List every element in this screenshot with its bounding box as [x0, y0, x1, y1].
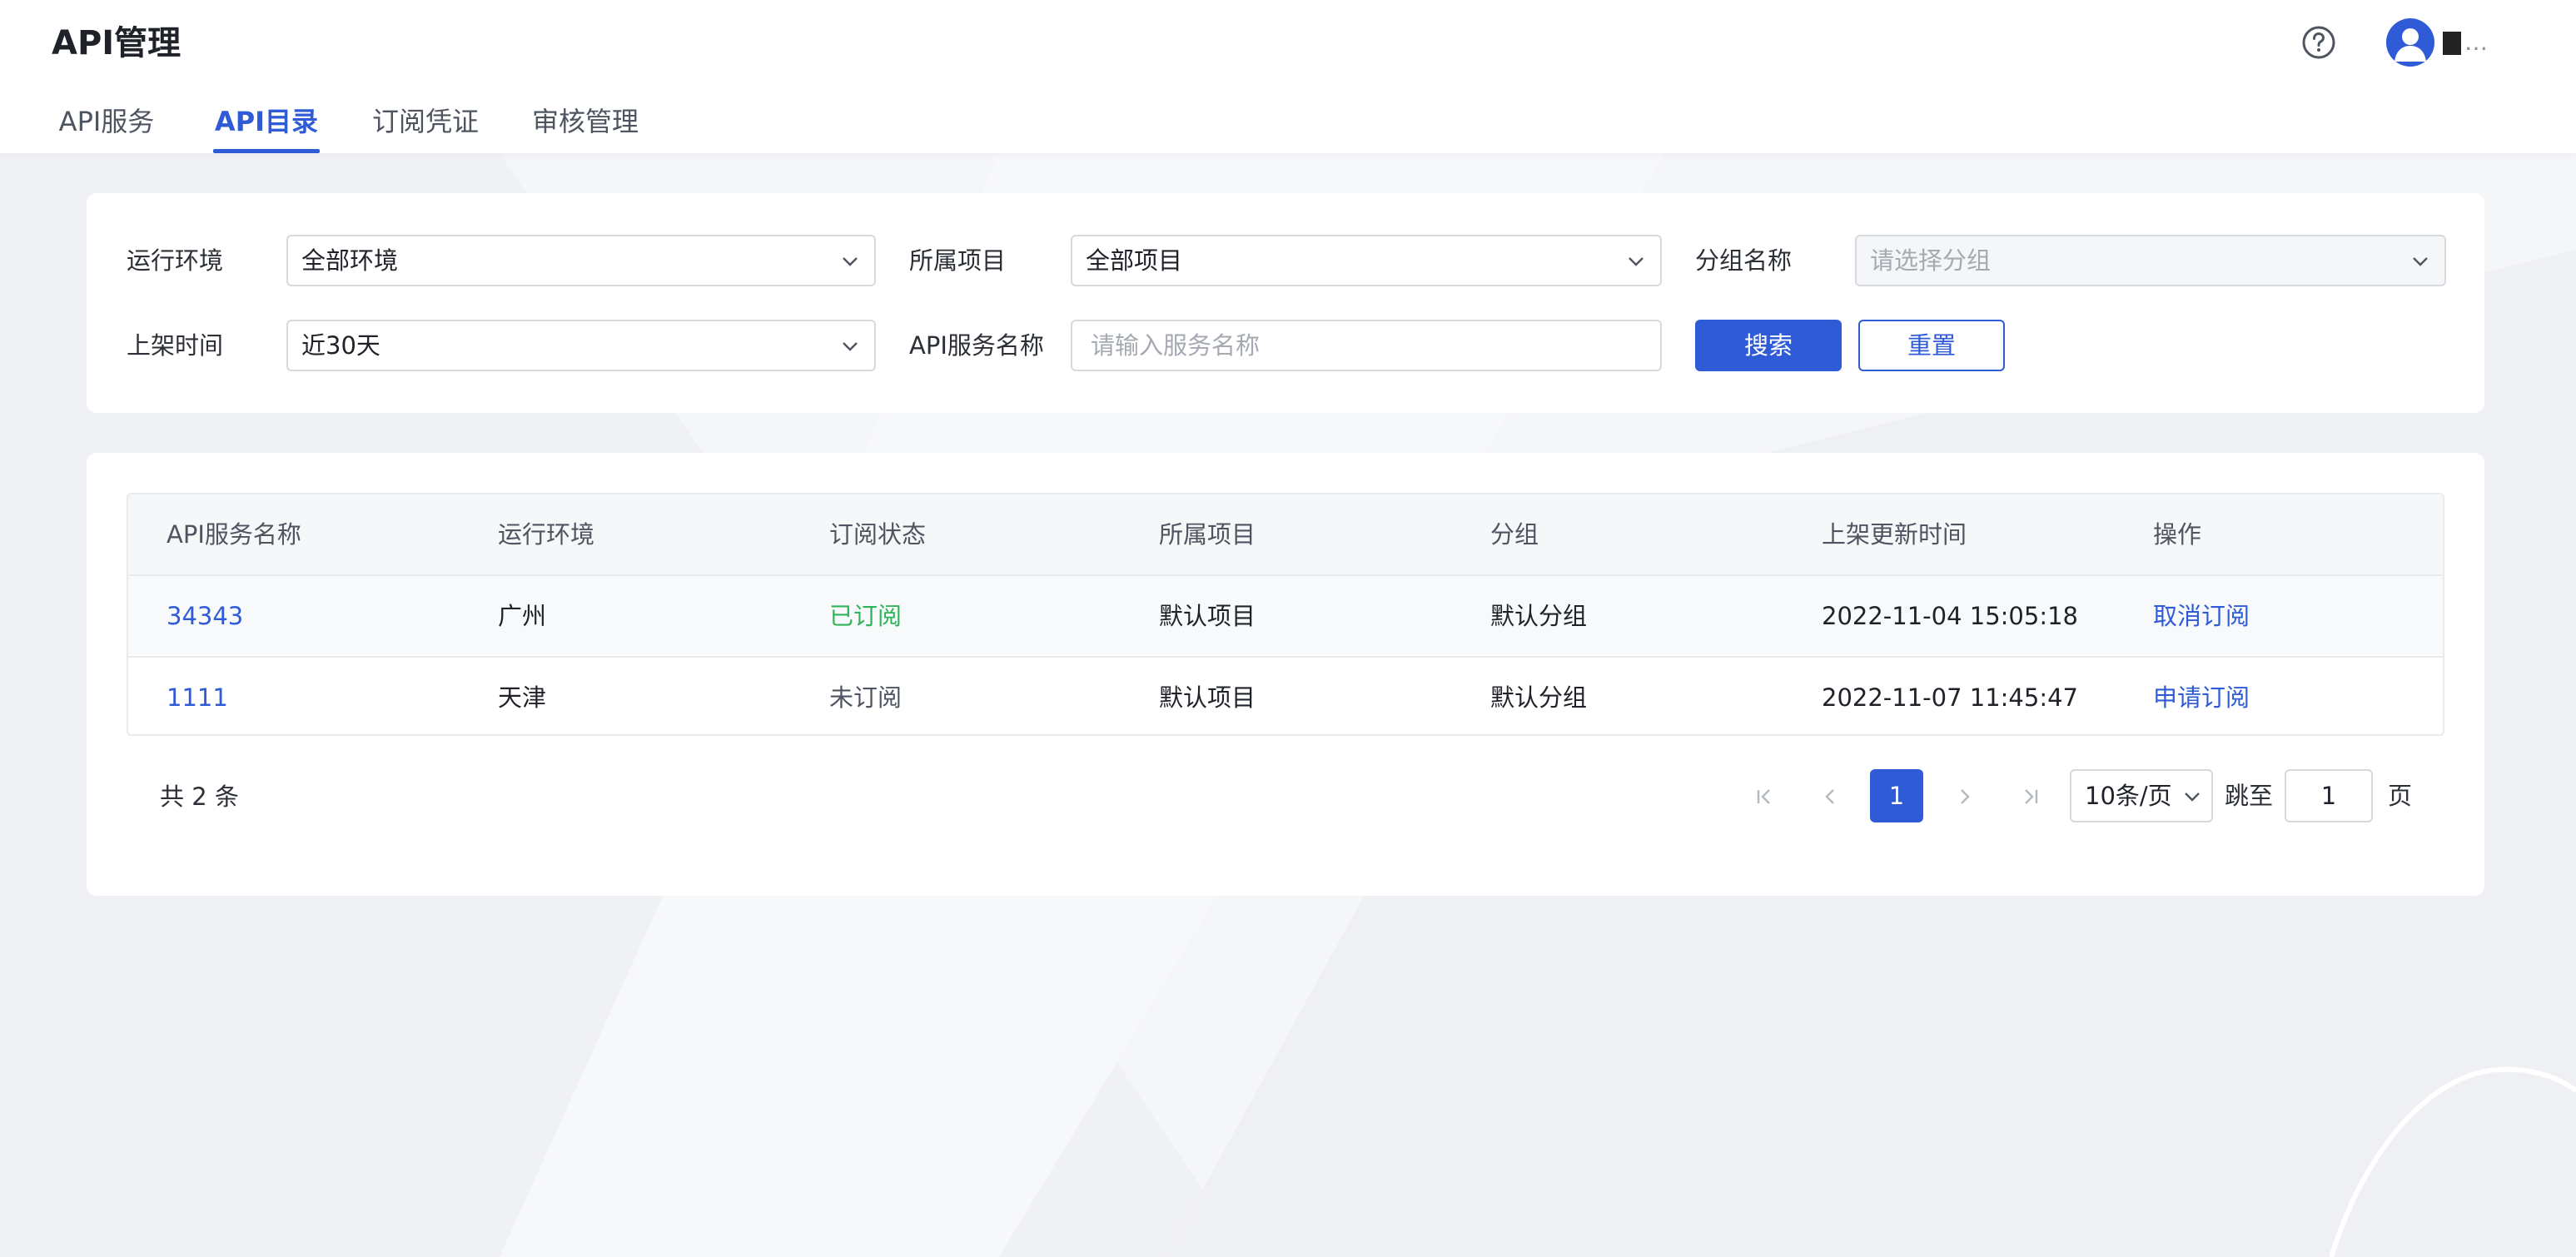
app-title: API管理 [52, 24, 182, 62]
group-select[interactable]: 请选择分组 [1855, 235, 2446, 286]
column-header: 运行环境 [498, 520, 595, 549]
next-page-button[interactable] [1938, 771, 1990, 822]
cancel-subscription-link[interactable]: 取消订阅 [2153, 576, 2250, 656]
user-name-text: … [2464, 28, 2488, 56]
page-size-value: 10条/页 [2085, 782, 2172, 810]
prev-page-button[interactable] [1805, 771, 1857, 822]
updated-time-cell: 2022-11-07 11:45:47 [1822, 683, 2078, 712]
next-page-icon [1961, 789, 1970, 804]
group-select-placeholder: 请选择分组 [1870, 246, 1992, 275]
top-header: API管理 … API服务 API目录 订阅凭证 审核管理 [0, 0, 2576, 153]
env-label: 运行环境 [127, 246, 224, 275]
main-tabs: API服务 API目录 订阅凭证 审核管理 [0, 98, 2576, 153]
tab-api-services[interactable]: API服务 [55, 98, 158, 153]
results-panel: API服务名称 运行环境 订阅状态 所属项目 分组 上架更新时间 操作 3434… [87, 453, 2484, 896]
last-page-button[interactable] [2005, 771, 2056, 822]
chevron-down-icon [2413, 257, 2428, 266]
updated-time-cell: 2022-11-04 15:05:18 [1822, 602, 2078, 630]
chevron-down-icon [843, 342, 858, 351]
project-cell: 默认项目 [1159, 602, 1256, 630]
search-button[interactable]: 搜索 [1695, 320, 1842, 371]
page-suffix-label: 页 [2388, 782, 2413, 810]
time-select-value: 近30天 [301, 331, 380, 360]
env-select[interactable]: 全部环境 [286, 235, 876, 286]
api-catalog-table: API服务名称 运行环境 订阅状态 所属项目 分组 上架更新时间 操作 3434… [127, 493, 2444, 736]
tab-review-management[interactable]: 审核管理 [531, 98, 639, 153]
column-header: API服务名称 [167, 520, 301, 549]
page-number-current[interactable]: 1 [1870, 769, 1923, 822]
column-header: 上架更新时间 [1822, 520, 1967, 549]
service-name-input[interactable] [1071, 320, 1662, 371]
project-cell: 默认项目 [1159, 683, 1256, 712]
table-row: 34343 广州 已订阅 默认项目 默认分组 2022-11-04 15:05:… [128, 574, 2443, 654]
prev-page-icon [1825, 789, 1834, 804]
jump-to-label: 跳至 [2225, 782, 2274, 810]
total-count: 共 2 条 [160, 783, 239, 811]
first-page-button[interactable] [1738, 771, 1790, 822]
tab-subscription-credentials[interactable]: 订阅凭证 [371, 98, 480, 153]
chevron-down-icon [1629, 257, 1644, 266]
help-icon[interactable] [2301, 25, 2336, 60]
env-select-value: 全部环境 [301, 246, 399, 275]
subscription-status: 未订阅 [829, 683, 903, 712]
page-size-select[interactable]: 10条/页 [2070, 769, 2213, 822]
table-row: 1111 天津 未订阅 默认项目 默认分组 2022-11-07 11:45:4… [128, 656, 2443, 734]
group-label: 分组名称 [1695, 246, 1793, 275]
column-header: 操作 [2153, 520, 2202, 549]
table-header-row: API服务名称 运行环境 订阅状态 所属项目 分组 上架更新时间 操作 [128, 494, 2443, 574]
project-select[interactable]: 全部项目 [1071, 235, 1662, 286]
time-select[interactable]: 近30天 [286, 320, 876, 371]
subscription-status: 已订阅 [829, 602, 903, 630]
column-header: 所属项目 [1159, 520, 1256, 549]
group-cell: 默认分组 [1490, 683, 1588, 712]
column-header: 分组 [1490, 520, 1539, 549]
tab-api-catalog[interactable]: API目录 [213, 98, 320, 153]
user-name[interactable]: … [2443, 22, 2518, 63]
first-page-icon [1757, 789, 1770, 804]
chevron-down-icon [2185, 792, 2200, 802]
time-label: 上架时间 [127, 331, 224, 360]
service-name-link[interactable]: 1111 [167, 658, 228, 734]
chevron-down-icon [843, 257, 858, 266]
user-avatar-icon[interactable] [2386, 18, 2434, 67]
project-label: 所属项目 [909, 246, 1007, 275]
env-cell: 天津 [498, 683, 547, 712]
group-cell: 默认分组 [1490, 602, 1588, 630]
jump-page-input[interactable] [2285, 769, 2373, 822]
project-select-value: 全部项目 [1086, 246, 1183, 275]
service-name-label: API服务名称 [909, 331, 1044, 360]
reset-button[interactable]: 重置 [1858, 320, 2005, 371]
filter-panel: 运行环境 全部环境 所属项目 全部项目 分组名称 请选择分组 上架时间 近30天… [87, 193, 2484, 413]
column-header: 订阅状态 [829, 520, 927, 549]
last-page-icon [2025, 789, 2038, 804]
env-cell: 广州 [498, 602, 547, 630]
redacted-mark [2443, 32, 2461, 55]
service-name-link[interactable]: 34343 [167, 576, 243, 656]
apply-subscription-link[interactable]: 申请订阅 [2153, 658, 2250, 734]
